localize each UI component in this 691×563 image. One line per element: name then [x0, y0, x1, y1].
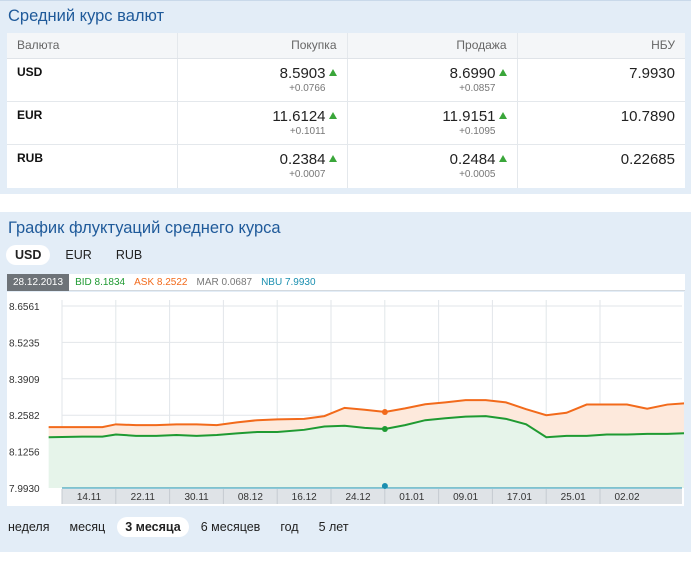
bid-marker [381, 425, 388, 432]
range-tab-3[interactable]: 6 месяцев [193, 517, 269, 537]
rates-title: Средний курс валют [8, 7, 165, 25]
x-axis-band [62, 489, 682, 504]
y-tick-label: 7.9930 [9, 484, 40, 495]
range-tab-0[interactable]: неделя [0, 517, 57, 537]
currency-code: USD [7, 58, 177, 102]
up-arrow-icon [328, 111, 337, 119]
sell-value: 11.9151 [442, 107, 496, 125]
x-tick-label: 17.01 [507, 492, 532, 503]
buy-value: 0.2384 [279, 151, 326, 169]
currency-tab-1[interactable]: EUR [56, 245, 100, 265]
up-arrow-icon [328, 155, 337, 163]
x-tick-label: 24.12 [345, 492, 370, 503]
y-tick-label: 8.5235 [9, 338, 40, 349]
chart-title: График флуктуаций среднего курса [8, 219, 281, 237]
x-tick-label: 01.01 [399, 492, 424, 503]
info-bid: BID 8.1834 [75, 276, 126, 288]
sell-value: 0.2484 [449, 151, 496, 169]
range-tabs: неделя месяц 3 месяца 6 месяцев год 5 лет [0, 517, 357, 537]
nbu-value: 7.9930 [629, 64, 675, 82]
currency-code: EUR [7, 101, 177, 146]
col-nbu: НБУ [516, 33, 685, 59]
info-mar: MAR 0.0687 [196, 276, 253, 288]
col-sell: Продажа [346, 33, 517, 59]
sell-cell: 0.2484 +0.0005 [346, 144, 517, 188]
buy-value: 11.6124 [272, 107, 326, 125]
currency-tab-2[interactable]: RUB [107, 245, 151, 265]
rate-row-eur: EUR 11.6124 +0.1011 11.9151 +0.1095 10.7890 [7, 101, 685, 146]
buy-change: +0.0007 [289, 169, 326, 181]
x-tick-label: 02.02 [614, 492, 639, 503]
nbu-cell: 0.22685 [516, 144, 685, 188]
range-tab-4[interactable]: год [272, 517, 306, 537]
up-arrow-icon [328, 68, 337, 76]
buy-cell: 0.2384 +0.0007 [176, 144, 347, 188]
rates-header-row: Валюта Покупка Продажа НБУ [7, 33, 685, 59]
buy-change: +0.0766 [289, 82, 326, 94]
up-arrow-icon [498, 155, 507, 163]
x-tick-label: 25.01 [561, 492, 586, 503]
x-tick-label: 09.01 [453, 492, 478, 503]
currency-tabs: USD EUR RUB [6, 245, 151, 265]
ask-marker [381, 408, 388, 415]
y-tick-label: 8.2582 [9, 411, 40, 422]
y-tick-label: 8.1256 [9, 448, 40, 459]
sell-cell: 8.6990 +0.0857 [346, 58, 517, 102]
y-tick-label: 8.3909 [9, 375, 40, 386]
buy-cell: 8.5903 +0.0766 [176, 58, 347, 102]
x-tick-label: 16.12 [292, 492, 317, 503]
chart-panel: График флуктуаций среднего курса USD EUR R… [0, 212, 691, 552]
x-tick-label: 14.11 [77, 492, 102, 503]
x-tick-label: 30.11 [184, 492, 209, 503]
col-buy: Покупка [176, 33, 347, 59]
nbu-cell: 7.9930 [516, 58, 685, 102]
up-arrow-icon [498, 68, 507, 76]
rate-row-usd: USD 8.5903 +0.0766 8.6990 +0.0857 7.9930 [7, 58, 685, 102]
range-tab-2[interactable]: 3 месяца [117, 517, 189, 537]
buy-value: 8.5903 [279, 64, 326, 82]
rate-chart[interactable]: 8.6561 8.5235 8.3909 8.2582 8.1256 7.9930 14.1… [7, 292, 684, 506]
range-tab-5[interactable]: 5 лет [311, 517, 357, 537]
x-tick-label: 22.11 [131, 492, 156, 503]
nbu-value: 0.22685 [620, 151, 675, 169]
up-arrow-icon [498, 111, 507, 119]
buy-cell: 11.6124 +0.1011 [176, 101, 347, 146]
rates-panel: Средний курс валют Валюта Покупка Продаж… [0, 0, 691, 194]
range-tab-1[interactable]: месяц [61, 517, 113, 537]
y-tick-label: 8.6561 [9, 302, 40, 313]
currency-tab-0[interactable]: USD [6, 245, 51, 265]
x-tick-label: 08.12 [238, 492, 263, 503]
chart-info-bar: 28.12.2013 BID 8.1834 ASK 8.2522 MAR 0.0… [7, 273, 685, 291]
info-ask: ASK 8.2522 [134, 276, 188, 288]
sell-value: 8.6990 [449, 64, 496, 82]
nbu-value: 10.7890 [620, 107, 675, 125]
buy-change: +0.1011 [289, 125, 326, 137]
sell-change: +0.0857 [459, 82, 496, 94]
sell-cell: 11.9151 +0.1095 [346, 101, 517, 146]
rates-table: Валюта Покупка Продажа НБУ USD 8.5903 +0.0… [7, 33, 685, 188]
rate-row-rub: RUB 0.2384 +0.0007 0.2484 +0.0005 0.22685 [7, 144, 685, 188]
currency-code: RUB [17, 151, 43, 166]
info-date: 28.12.2013 [7, 273, 70, 291]
sell-change: +0.1095 [459, 125, 496, 137]
info-nbu: NBU 7.9930 [261, 276, 316, 288]
col-currency: Валюта [7, 33, 177, 59]
sell-change: +0.0005 [459, 169, 496, 181]
nbu-cell: 10.7890 [516, 101, 685, 146]
